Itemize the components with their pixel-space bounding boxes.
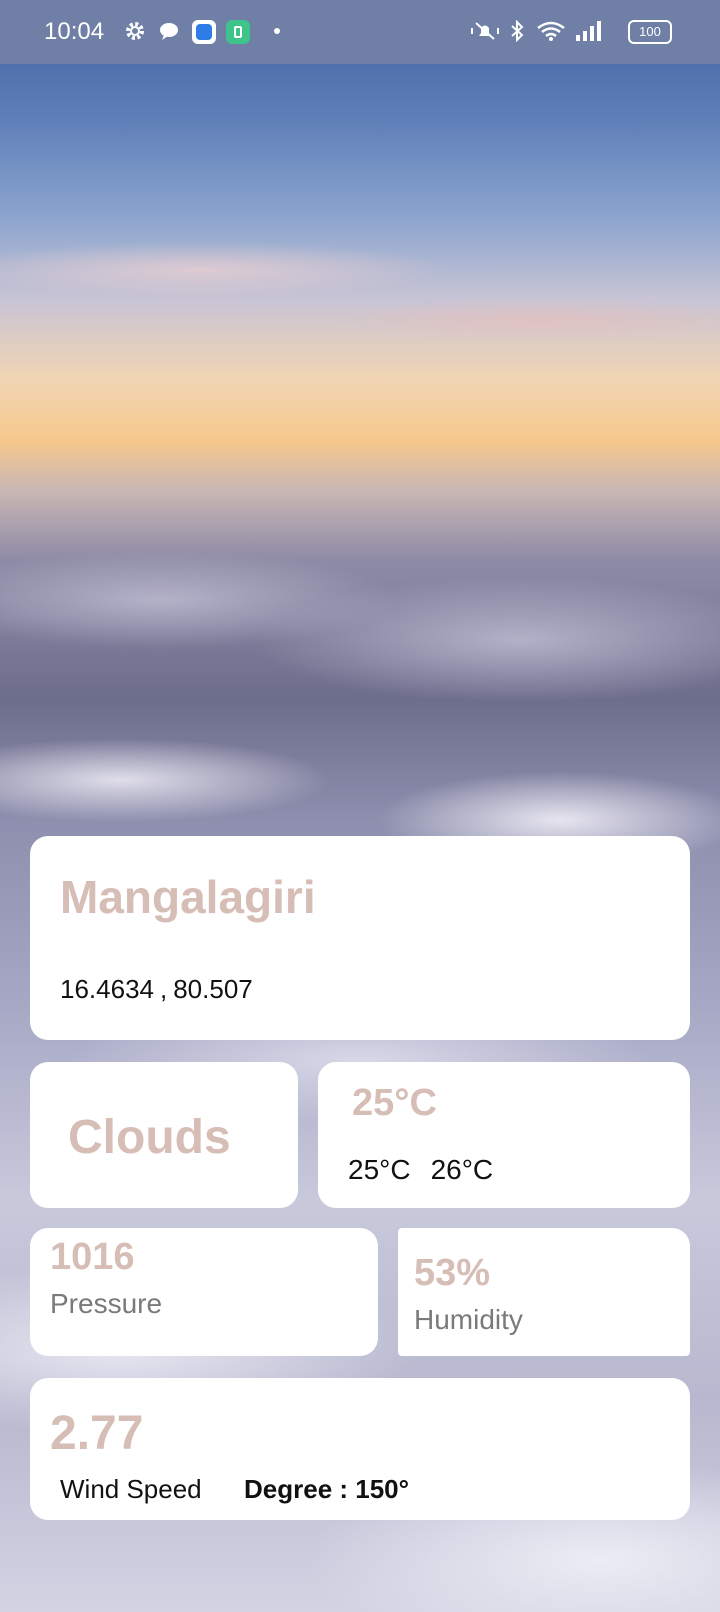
- location-card: Mangalagiri 16.4634, 80.507: [30, 836, 690, 1040]
- gear-icon: [124, 20, 146, 42]
- wind-speed-label: Wind Speed: [60, 1474, 202, 1504]
- wind-degree: Degree : 150°: [244, 1474, 410, 1504]
- city-name: Mangalagiri: [60, 871, 316, 923]
- min-temperature: 25°C: [348, 1154, 411, 1185]
- pressure-card: 1016 Pressure: [30, 1228, 378, 1356]
- app-icon-green: [226, 20, 250, 44]
- current-temperature: 25°C: [352, 1082, 437, 1124]
- wind-speed-value: 2.77: [50, 1407, 144, 1460]
- temperature-min-max: 25°C 26°C: [348, 1154, 493, 1186]
- latitude: 16.4634: [60, 974, 154, 1004]
- humidity-card: 53% Humidity: [398, 1228, 690, 1356]
- temperature-card: 25°C 25°C 26°C: [318, 1062, 690, 1208]
- weather-main: Clouds: [68, 1111, 231, 1164]
- pressure-label: Pressure: [50, 1288, 163, 1319]
- coordinates: 16.4634, 80.507: [60, 974, 253, 1005]
- status-time: 10:04: [44, 18, 105, 45]
- humidity-value: 53%: [414, 1252, 491, 1294]
- weather-description-card: Clouds: [30, 1062, 298, 1208]
- wifi-icon: [536, 20, 566, 42]
- app-icon-blue: [192, 20, 216, 44]
- pressure-value: 1016: [50, 1236, 135, 1278]
- max-temperature: 26°C: [430, 1154, 494, 1185]
- cloud-chat-icon: [158, 20, 180, 42]
- wind-card: 2.77 Wind Speed Degree : 150°: [30, 1378, 690, 1520]
- signal-icon: [574, 20, 604, 42]
- mute-vibrate-icon: [470, 20, 500, 42]
- sky-background-image: [0, 0, 720, 1612]
- bluetooth-icon: [506, 19, 528, 43]
- coord-separator: ,: [159, 974, 168, 1004]
- status-bar: 10:04 100: [0, 0, 720, 64]
- dot-icon: [266, 20, 288, 42]
- battery-indicator: 100: [628, 20, 672, 44]
- longitude: 80.507: [173, 974, 253, 1004]
- weather-screen: 10:04 100 Mangalagiri 16.4634 , 80.507 C…: [0, 0, 720, 1612]
- humidity-label: Humidity: [414, 1304, 523, 1335]
